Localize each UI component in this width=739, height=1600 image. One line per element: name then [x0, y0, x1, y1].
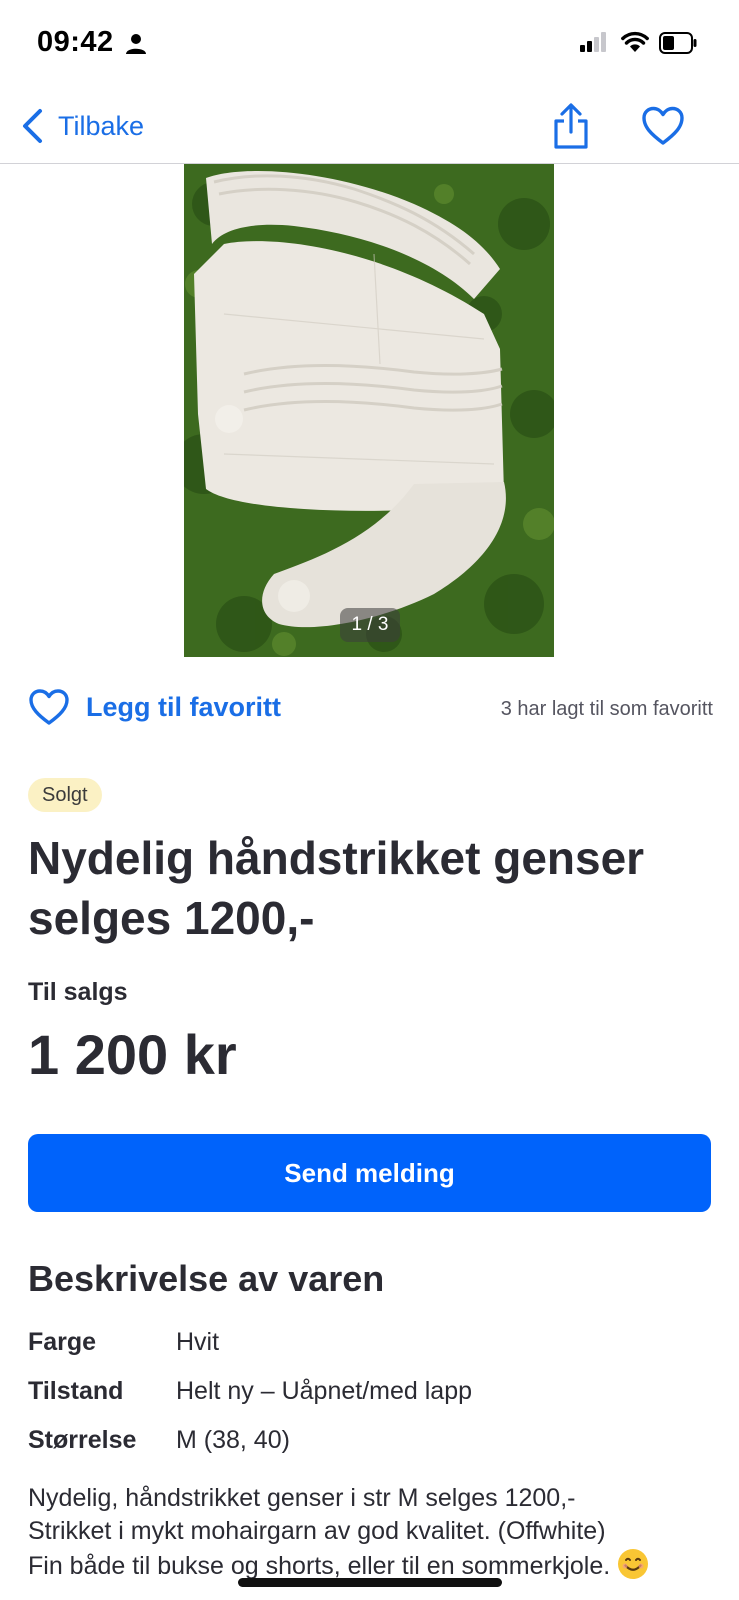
- chevron-left-icon: [23, 109, 42, 143]
- favorite-count: 3 har lagt til som favoritt: [500, 698, 713, 720]
- attribute-key: Farge: [28, 1328, 97, 1356]
- send-message-button[interactable]: Send melding: [28, 1134, 711, 1212]
- status-badge: Solgt: [28, 778, 102, 812]
- attribute-row: Tilstand Helt ny – Uåpnet/med lapp: [28, 1367, 718, 1416]
- status-bar: 09:42: [0, 0, 739, 92]
- back-button[interactable]: Tilbake: [20, 104, 144, 148]
- attribute-value: M (38, 40): [176, 1426, 290, 1454]
- wifi-icon: [621, 31, 649, 52]
- sale-type-label: Til salgs: [28, 978, 128, 1006]
- heart-outline-icon: [29, 689, 69, 725]
- attribute-key: Størrelse: [28, 1426, 137, 1454]
- attribute-value: Helt ny – Uåpnet/med lapp: [176, 1377, 473, 1405]
- attribute-value: Hvit: [176, 1328, 220, 1356]
- battery-icon: [659, 32, 697, 54]
- heart-outline-icon[interactable]: [641, 106, 685, 146]
- share-icon[interactable]: [551, 102, 591, 150]
- description-heading: Beskrivelse av varen: [28, 1258, 385, 1299]
- favorite-row: Legg til favoritt 3 har lagt til som fav…: [28, 688, 713, 732]
- attribute-key: Tilstand: [28, 1377, 124, 1405]
- add-favorite-label: Legg til favoritt: [86, 691, 281, 722]
- signal-icon: [580, 32, 606, 52]
- smiley-emoji-icon: [618, 1549, 649, 1579]
- home-indicator[interactable]: [238, 1578, 502, 1587]
- attribute-row: Størrelse M (38, 40): [28, 1416, 718, 1465]
- photo-counter: 1 / 3: [340, 608, 400, 642]
- status-time: 09:42: [37, 26, 114, 58]
- attribute-row: Farge Hvit: [28, 1318, 718, 1367]
- sweater-image: [184, 164, 554, 657]
- price: 1 200 kr: [28, 1023, 237, 1086]
- person-icon: [126, 34, 146, 54]
- description-body: Nydelig, håndstrikket genser i str M sel…: [28, 1484, 611, 1580]
- attribute-table: Farge Hvit Tilstand Helt ny – Uåpnet/med…: [28, 1318, 718, 1465]
- back-label: Tilbake: [58, 110, 145, 141]
- add-favorite-button[interactable]: Legg til favoritt: [28, 688, 281, 726]
- product-photo[interactable]: [184, 164, 554, 657]
- listing-title: Nydelig håndstrikket genser selges 1200,…: [28, 832, 645, 944]
- description-text: Nydelig, håndstrikket genser i str M sel…: [28, 1482, 728, 1583]
- nav-bar: Tilbake: [0, 92, 739, 164]
